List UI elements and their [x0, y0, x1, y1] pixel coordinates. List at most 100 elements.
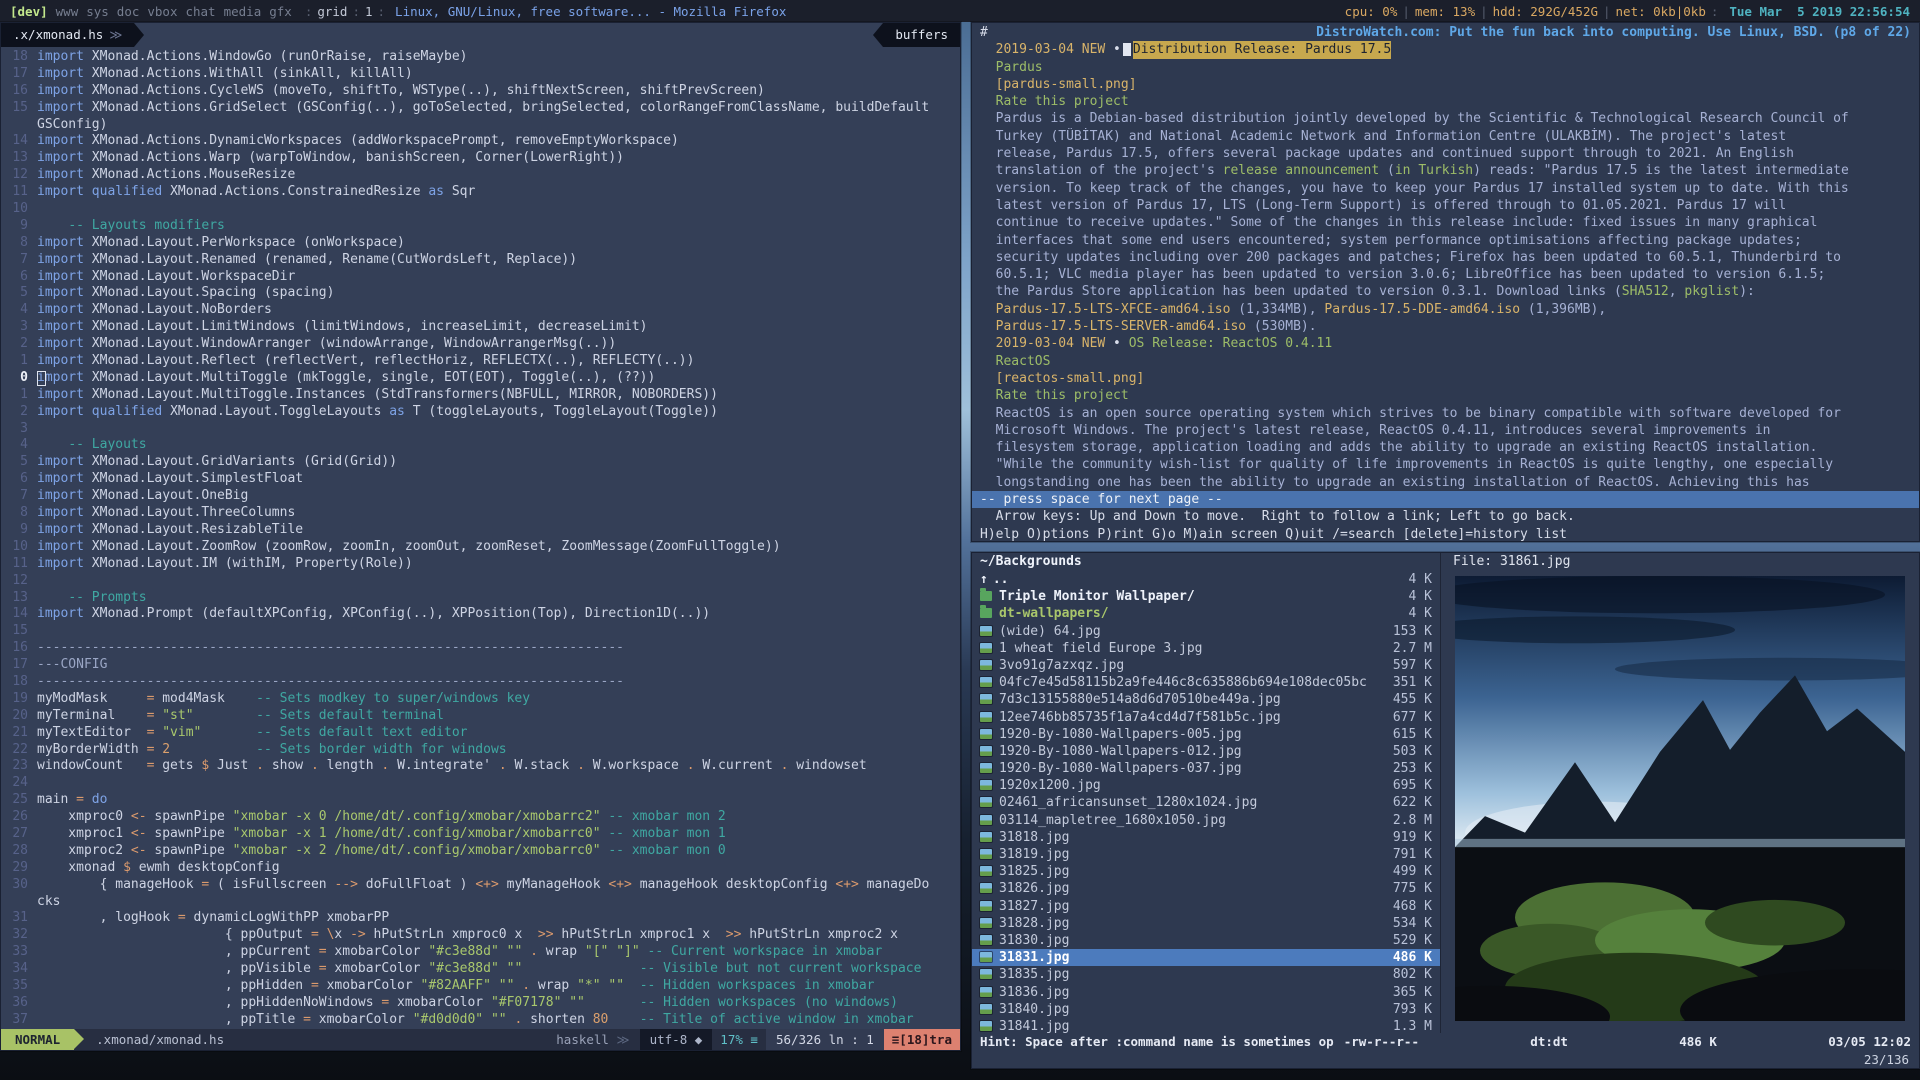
code-line[interactable]: 7import XMonad.Layout.OneBig — [1, 488, 960, 505]
code-line[interactable]: 16--------------------------------------… — [1, 640, 960, 657]
link[interactable]: pkglist — [1684, 283, 1739, 300]
code-line[interactable]: 13import XMonad.Actions.Warp (warpToWind… — [1, 150, 960, 167]
code-line[interactable]: 27 xmproc1 <- spawnPipe "xmobar -x 1 /ho… — [1, 826, 960, 843]
code-line[interactable]: 28 xmproc2 <- spawnPipe "xmobar -x 2 /ho… — [1, 843, 960, 860]
code-line[interactable]: 31 , logHook = dynamicLogWithPP xmobarPP — [1, 910, 960, 927]
buffers-tab[interactable]: buffers — [883, 23, 960, 47]
code-line[interactable]: 2import XMonad.Layout.WindowArranger (wi… — [1, 336, 960, 353]
file-row[interactable]: 31818.jpg919 K — [972, 829, 1440, 846]
link[interactable]: ReactOS — [980, 353, 1050, 370]
file-row[interactable]: 31840.jpg793 K — [972, 1001, 1440, 1018]
code-line[interactable]: 17---CONFIG — [1, 657, 960, 674]
file-row[interactable]: 03114_mapletree_1680x1050.jpg2.8 M — [972, 812, 1440, 829]
code-line[interactable]: 13 -- Prompts — [1, 590, 960, 607]
code-line[interactable]: 32 { ppOutput = \x -> hPutStrLn xmproc0 … — [1, 927, 960, 944]
code-line[interactable]: 1import XMonad.Layout.Reflect (reflectVe… — [1, 353, 960, 370]
link[interactable]: Pardus-17.5-LTS-XFCE-amd64.iso — [980, 301, 1230, 318]
workspace-media[interactable]: media — [224, 4, 262, 19]
code-line[interactable]: 25main = do — [1, 792, 960, 809]
code-line[interactable]: 10import XMonad.Layout.ZoomRow (zoomRow,… — [1, 539, 960, 556]
code-line[interactable]: 9import XMonad.Layout.ResizableTile — [1, 522, 960, 539]
link[interactable]: Rate this project — [980, 93, 1129, 110]
link[interactable]: in Turkish — [1395, 162, 1473, 179]
layout-indicator[interactable]: grid — [317, 4, 347, 19]
code-line[interactable]: 6import XMonad.Layout.WorkspaceDir — [1, 269, 960, 286]
file-row[interactable]: 31827.jpg468 K — [972, 898, 1440, 915]
code-line[interactable]: 18--------------------------------------… — [1, 674, 960, 691]
file-row[interactable]: 31841.jpg1.3 M — [972, 1018, 1440, 1033]
code-line[interactable]: 5import XMonad.Layout.GridVariants (Grid… — [1, 454, 960, 471]
file-row[interactable]: Triple Monitor Wallpaper/4 K — [972, 588, 1440, 605]
workspace-chat[interactable]: chat — [185, 4, 215, 19]
file-row[interactable]: dt-wallpapers/4 K — [972, 605, 1440, 622]
file-row[interactable]: 1920-By-1080-Wallpapers-005.jpg615 K — [972, 726, 1440, 743]
code-line[interactable]: 7import XMonad.Layout.Renamed (renamed, … — [1, 252, 960, 269]
link[interactable]: Pardus — [980, 59, 1043, 76]
code-line[interactable]: 5import XMonad.Layout.Spacing (spacing) — [1, 285, 960, 302]
code-line[interactable]: 15 — [1, 623, 960, 640]
link[interactable]: Pardus-17.5-LTS-SERVER-amd64.iso — [980, 318, 1246, 335]
file-row[interactable]: 1920-By-1080-Wallpapers-012.jpg503 K — [972, 743, 1440, 760]
code-line[interactable]: 36 , ppHiddenNoWindows = xmobarColor "#F… — [1, 995, 960, 1012]
code-line[interactable]: 35 , ppHidden = xmobarColor "#82AAFF" ""… — [1, 978, 960, 995]
code-line[interactable]: 29 xmonad $ ewmh desktopConfig — [1, 860, 960, 877]
file-row[interactable]: 31826.jpg775 K — [972, 880, 1440, 897]
file-row[interactable]: 31819.jpg791 K — [972, 846, 1440, 863]
file-row[interactable]: 12ee746bb85735f1a7a4cd4d7f581b5c.jpg677 … — [972, 709, 1440, 726]
code-line[interactable]: 37 , ppTitle = xmobarColor "#d0d0d0" "" … — [1, 1012, 960, 1029]
file-row[interactable]: 02461_africansunset_1280x1024.jpg622 K — [972, 794, 1440, 811]
code-line[interactable]: 0import XMonad.Layout.MultiToggle (mkTog… — [1, 370, 960, 387]
file-row[interactable]: 3vo91g7azxqz.jpg597 K — [972, 657, 1440, 674]
code-line[interactable]: GSConfig) — [1, 117, 960, 134]
buffer-tab[interactable]: .x/xmonad.hs≫ — [1, 23, 134, 47]
link[interactable]: OS Release: ReactOS 0.4.11 — [1129, 335, 1333, 352]
code-line[interactable]: cks — [1, 894, 960, 911]
file-row[interactable]: (wide) 64.jpg153 K — [972, 623, 1440, 640]
workspace-vbox[interactable]: vbox — [147, 4, 177, 19]
code-line[interactable]: 8import XMonad.Layout.PerWorkspace (onWo… — [1, 235, 960, 252]
code-line[interactable]: 4 -- Layouts — [1, 437, 960, 454]
code-line[interactable]: 24 — [1, 775, 960, 792]
code-line[interactable]: 11import qualified XMonad.Actions.Constr… — [1, 184, 960, 201]
code-line[interactable]: 34 , ppVisible = xmobarColor "#c3e88d" "… — [1, 961, 960, 978]
code-line[interactable]: 33 , ppCurrent = xmobarColor "#c3e88d" "… — [1, 944, 960, 961]
link[interactable]: [pardus-small.png] — [980, 76, 1137, 93]
file-row[interactable]: 1920-By-1080-Wallpapers-037.jpg253 K — [972, 760, 1440, 777]
code-line[interactable]: 10 — [1, 201, 960, 218]
code-line[interactable]: 6import XMonad.Layout.SimplestFloat — [1, 471, 960, 488]
file-row[interactable]: 31830.jpg529 K — [972, 932, 1440, 949]
link[interactable]: Rate this project — [980, 387, 1129, 404]
code-line[interactable]: 16import XMonad.Actions.CycleWS (moveTo,… — [1, 83, 960, 100]
file-row[interactable]: 7d3c13155880e514a8d6d70510be449a.jpg455 … — [972, 691, 1440, 708]
link[interactable]: [reactos-small.png] — [980, 370, 1144, 387]
code-line[interactable]: 3import XMonad.Layout.LimitWindows (limi… — [1, 319, 960, 336]
code-line[interactable]: 3 — [1, 421, 960, 438]
workspace-doc[interactable]: doc — [117, 4, 140, 19]
code-line[interactable]: 11import XMonad.Layout.IM (withIM, Prope… — [1, 556, 960, 573]
file-row[interactable]: 1920x1200.jpg695 K — [972, 777, 1440, 794]
link[interactable]: Pardus-17.5-DDE-amd64.iso — [1324, 301, 1520, 318]
code-line[interactable]: 22myBorderWidth = 2 -- Sets border width… — [1, 742, 960, 759]
code-line[interactable]: 30 { manageHook = ( isFullscreen --> doF… — [1, 877, 960, 894]
file-row[interactable]: 31836.jpg365 K — [972, 984, 1440, 1001]
code-line[interactable]: 17import XMonad.Actions.WithAll (sinkAll… — [1, 66, 960, 83]
link[interactable]: release announcement — [1223, 162, 1380, 179]
workspace-dev[interactable]: [dev] — [10, 4, 48, 19]
link[interactable]: Distribution Release: Pardus 17.5 — [1133, 41, 1391, 58]
file-row[interactable]: 1 wheat field Europe 3.jpg2.7 M — [972, 640, 1440, 657]
terminal-browser-window[interactable]: #DistroWatch.com: Put the fun back into … — [971, 22, 1920, 542]
workspace-sys[interactable]: sys — [86, 4, 109, 19]
code-line[interactable]: 9 -- Layouts modifiers — [1, 218, 960, 235]
file-row[interactable]: 04fc7e45d58115b2a9fe446c8c635886b694e108… — [972, 674, 1440, 691]
workspace-gfx[interactable]: gfx — [269, 4, 292, 19]
workspace-www[interactable]: www — [56, 4, 79, 19]
file-row[interactable]: 31835.jpg802 K — [972, 966, 1440, 983]
code-line[interactable]: 8import XMonad.Layout.ThreeColumns — [1, 505, 960, 522]
code-line[interactable]: 21myTextEditor = "vim" -- Sets default t… — [1, 725, 960, 742]
code-line[interactable]: 1import XMonad.Layout.MultiToggle.Instan… — [1, 387, 960, 404]
code-line[interactable]: 12 — [1, 573, 960, 590]
code-line[interactable]: 26 xmproc0 <- spawnPipe "xmobar -x 0 /ho… — [1, 809, 960, 826]
code-line[interactable]: 19myModMask = mod4Mask -- Sets modkey to… — [1, 691, 960, 708]
code-line[interactable]: 23windowCount = gets $ Just . show . len… — [1, 758, 960, 775]
file-row[interactable]: 31828.jpg534 K — [972, 915, 1440, 932]
